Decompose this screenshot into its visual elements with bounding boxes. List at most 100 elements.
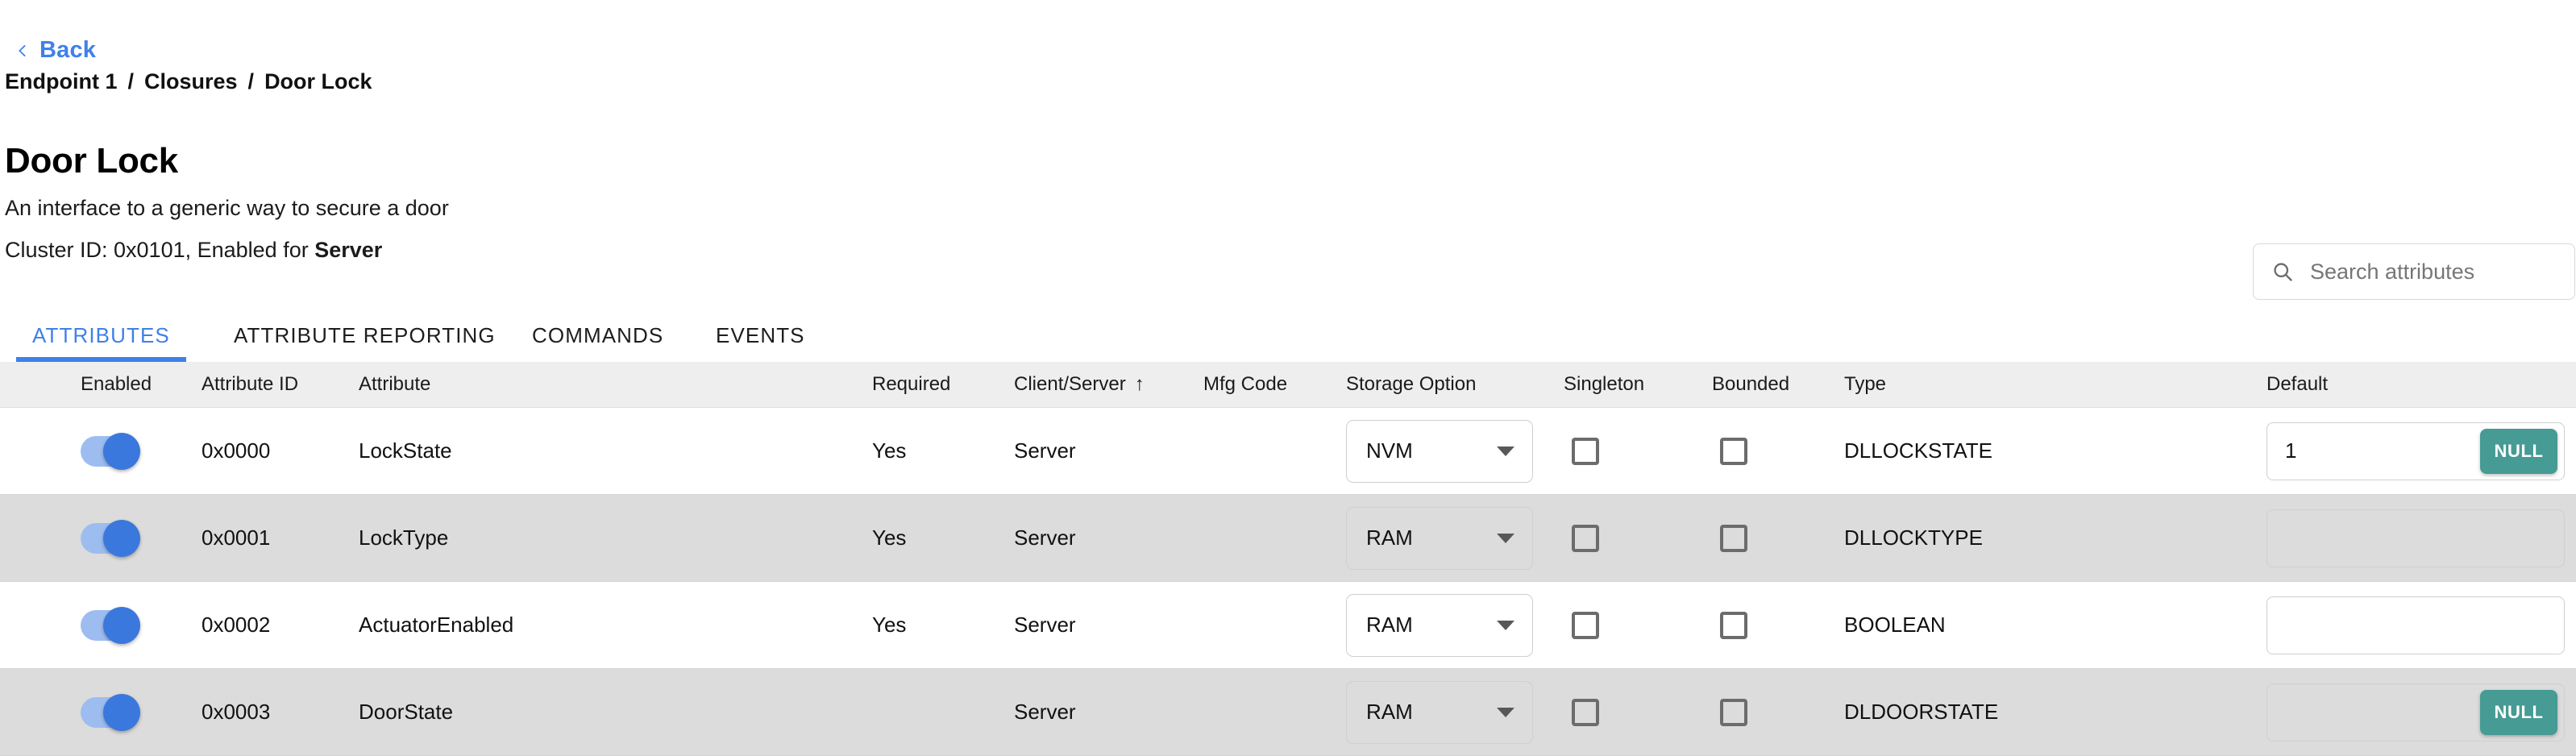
cell-attribute-name: DoorState xyxy=(359,700,454,724)
column-header-attribute-id[interactable]: Attribute ID xyxy=(202,362,298,407)
tab-events-label: EVENTS xyxy=(716,322,805,347)
column-header-default[interactable]: Default xyxy=(2266,362,2328,407)
storage-option-value: RAM xyxy=(1366,613,1413,637)
breadcrumb-item-endpoint[interactable]: Endpoint 1 xyxy=(5,69,117,94)
cell-client-server: Server xyxy=(1014,613,1076,637)
breadcrumb-item-closures[interactable]: Closures xyxy=(144,69,238,94)
default-value-field[interactable]: NULL xyxy=(2266,582,2565,668)
column-header-type[interactable]: Type xyxy=(1844,362,1886,407)
default-value-input[interactable] xyxy=(2285,700,2446,725)
enabled-toggle[interactable] xyxy=(81,582,140,668)
chevron-down-icon xyxy=(1497,620,1514,630)
bounded-checkbox[interactable] xyxy=(1720,669,1747,755)
tab-bar: ATTRIBUTES ATTRIBUTE REPORTING COMMANDS … xyxy=(0,309,2576,362)
enabled-toggle[interactable] xyxy=(81,495,140,581)
cell-required: Yes xyxy=(872,525,907,550)
column-header-singleton-label: Singleton xyxy=(1564,373,1645,395)
column-header-type-label: Type xyxy=(1844,373,1887,395)
column-header-attribute[interactable]: Attribute xyxy=(359,362,430,407)
column-header-attribute-id-label: Attribute ID xyxy=(202,373,299,395)
cell-required: Yes xyxy=(872,438,907,463)
cell-attribute-id: 0x0000 xyxy=(202,438,271,463)
tab-commands-label: COMMANDS xyxy=(532,322,664,347)
cluster-info-role: Server xyxy=(314,238,383,262)
default-value-input[interactable] xyxy=(2285,525,2446,550)
tab-commands[interactable]: COMMANDS xyxy=(516,309,679,362)
bounded-checkbox[interactable] xyxy=(1720,582,1747,668)
cell-client-server: Server xyxy=(1014,525,1076,550)
enabled-toggle[interactable] xyxy=(81,408,140,494)
chevron-down-icon xyxy=(1497,446,1514,456)
storage-option-value: RAM xyxy=(1366,525,1413,550)
back-link[interactable]: Back xyxy=(15,37,96,64)
column-header-enabled-label: Enabled xyxy=(81,373,152,395)
default-value-field[interactable]: NULL xyxy=(2266,669,2565,755)
default-value-field[interactable]: NULL xyxy=(2266,408,2565,494)
search-box[interactable] xyxy=(2253,243,2575,300)
cell-required: Yes xyxy=(872,613,907,637)
null-button[interactable]: NULL xyxy=(2480,428,2557,474)
chevron-down-icon xyxy=(1497,533,1514,543)
cell-attribute-name: ActuatorEnabled xyxy=(359,613,514,637)
table-row: 0x0000 LockState Yes Server NVM DLLOCKST… xyxy=(0,408,2576,495)
column-header-storage-option[interactable]: Storage Option xyxy=(1346,362,1476,407)
cell-attribute-id: 0x0002 xyxy=(202,613,271,637)
singleton-checkbox[interactable] xyxy=(1572,495,1599,581)
column-header-client-server-label: Client/Server xyxy=(1014,373,1126,395)
storage-option-select[interactable]: RAM xyxy=(1346,669,1533,755)
default-value-field[interactable]: NULL xyxy=(2266,495,2565,581)
search-input[interactable] xyxy=(2310,259,2557,285)
cell-attribute-name: LockState xyxy=(359,438,452,463)
column-header-storage-option-label: Storage Option xyxy=(1346,373,1477,395)
column-header-bounded-label: Bounded xyxy=(1712,373,1790,395)
tab-attribute-reporting[interactable]: ATTRIBUTE REPORTING xyxy=(218,309,512,362)
cell-type: DLLOCKSTATE xyxy=(1844,438,1992,463)
singleton-checkbox[interactable] xyxy=(1572,582,1599,668)
cell-attribute-id: 0x0003 xyxy=(202,700,271,724)
default-value-input[interactable] xyxy=(2285,613,2446,638)
tab-attributes[interactable]: ATTRIBUTES xyxy=(16,309,186,362)
column-header-mfg-code[interactable]: Mfg Code xyxy=(1203,362,1287,407)
column-header-default-label: Default xyxy=(2266,373,2329,395)
enabled-toggle[interactable] xyxy=(81,669,140,755)
default-value-input[interactable] xyxy=(2285,438,2446,463)
page-description: An interface to a generic way to secure … xyxy=(5,196,449,220)
table-row: 0x0001 LockType Yes Server RAM DLLOCKTYP… xyxy=(0,495,2576,582)
column-header-attribute-label: Attribute xyxy=(359,373,431,395)
singleton-checkbox[interactable] xyxy=(1572,408,1599,494)
storage-option-value: RAM xyxy=(1366,700,1413,724)
breadcrumb-separator: / xyxy=(127,69,134,93)
singleton-checkbox[interactable] xyxy=(1572,669,1599,755)
page-title: Door Lock xyxy=(5,141,178,181)
column-header-singleton[interactable]: Singleton xyxy=(1564,362,1644,407)
breadcrumb: Endpoint 1 / Closures / Door Lock xyxy=(5,69,372,94)
storage-option-select[interactable]: RAM xyxy=(1346,582,1533,668)
cell-client-server: Server xyxy=(1014,438,1076,463)
cell-client-server: Server xyxy=(1014,700,1076,724)
cluster-info: Cluster ID: 0x0101, Enabled for Server xyxy=(5,239,382,261)
cell-type: DLDOORSTATE xyxy=(1844,700,1999,724)
column-header-mfg-code-label: Mfg Code xyxy=(1203,373,1288,395)
sort-ascending-icon: ↑ xyxy=(1134,373,1145,395)
column-header-required[interactable]: Required xyxy=(872,362,950,407)
bounded-checkbox[interactable] xyxy=(1720,408,1747,494)
null-button[interactable]: NULL xyxy=(2480,689,2557,735)
column-header-bounded[interactable]: Bounded xyxy=(1712,362,1789,407)
breadcrumb-separator: / xyxy=(247,69,255,93)
column-header-required-label: Required xyxy=(872,373,951,395)
chevron-left-icon xyxy=(19,44,26,56)
cell-type: DLLOCKTYPE xyxy=(1844,525,1983,550)
column-header-client-server[interactable]: Client/Server ↑ xyxy=(1014,362,1145,407)
bounded-checkbox[interactable] xyxy=(1720,495,1747,581)
table-row: 0x0003 DoorState Server RAM DLDOORSTATE … xyxy=(0,669,2576,756)
storage-option-select[interactable]: RAM xyxy=(1346,495,1533,581)
tab-events[interactable]: EVENTS xyxy=(700,309,821,362)
back-link-label: Back xyxy=(39,37,97,63)
column-header-enabled[interactable]: Enabled xyxy=(81,362,152,407)
tab-attributes-label: ATTRIBUTES xyxy=(32,322,170,347)
storage-option-select[interactable]: NVM xyxy=(1346,408,1533,494)
cell-attribute-name: LockType xyxy=(359,525,449,550)
storage-option-value: NVM xyxy=(1366,438,1413,463)
cluster-info-prefix: Cluster ID: 0x0101, Enabled for xyxy=(5,238,315,262)
attributes-table: Enabled Attribute ID Attribute Required … xyxy=(0,362,2576,756)
